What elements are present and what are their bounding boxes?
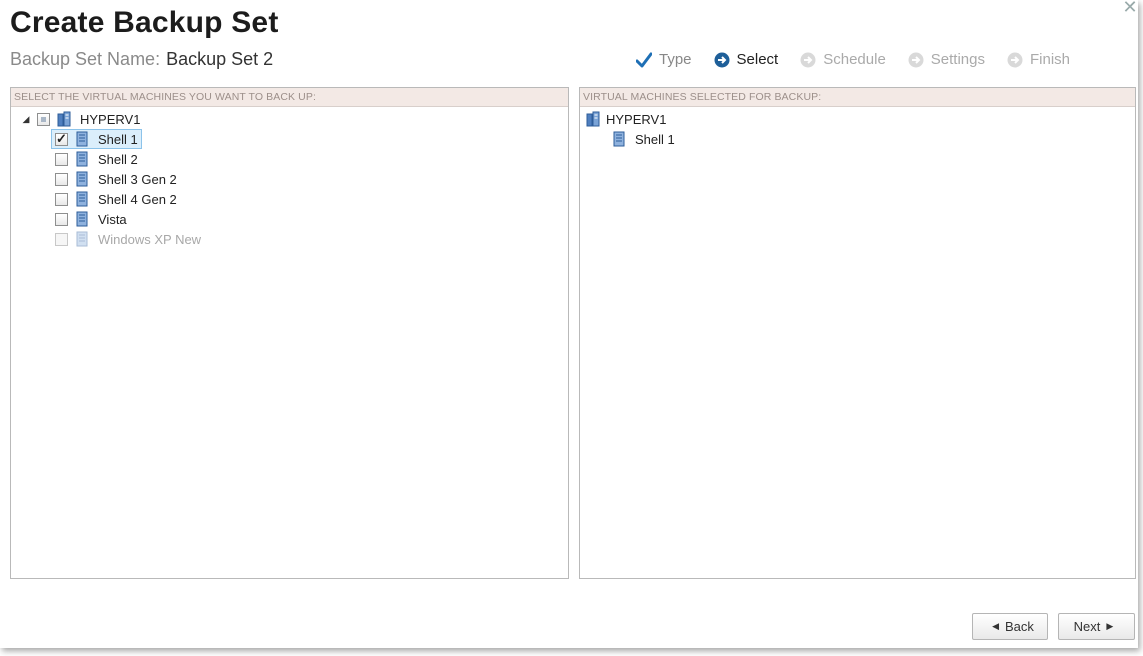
host-server-icon (57, 111, 71, 127)
vm-label: Vista (98, 211, 127, 227)
vm-label: Shell 2 (98, 151, 138, 167)
host-server-icon (586, 111, 600, 127)
dialog-title: Create Backup Set (10, 6, 279, 39)
close-icon[interactable]: ✕ (1118, 0, 1142, 16)
create-backup-set-dialog: ✕ Create Backup Set Backup Set Name: Back… (0, 0, 1138, 648)
step-label: Type (659, 51, 692, 68)
tree-vm-row[interactable]: Vista (55, 209, 127, 229)
checkmark-icon (636, 52, 652, 68)
vm-icon (75, 171, 89, 187)
arrow-circle-icon (714, 52, 730, 68)
step-schedule: Schedule (800, 51, 886, 68)
vm-icon (612, 131, 626, 147)
step-finish: Finish (1007, 51, 1070, 68)
selected-host-row: HYPERV1 (586, 109, 666, 129)
selected-row-highlight: Shell 1 (51, 129, 142, 149)
step-label: Select (736, 51, 779, 68)
step-label: Schedule (823, 51, 886, 68)
step-label: Settings (930, 51, 985, 68)
tree-vm-row[interactable]: Shell 1 (51, 129, 142, 149)
vm-icon (75, 211, 89, 227)
wizard-steps: Type Select Schedule Settings Finish (636, 51, 1092, 68)
right-arrow-icon: ▶ (1106, 621, 1114, 631)
back-button[interactable]: ◀ Back (972, 613, 1048, 640)
vm-icon (75, 231, 89, 247)
vm-checkbox (55, 232, 68, 246)
tree-host-row[interactable]: ◢ HYPERV1 (19, 109, 140, 129)
backup-set-name-value: Backup Set 2 (166, 49, 274, 69)
vm-icon (75, 151, 89, 167)
vm-checkbox[interactable] (55, 172, 68, 186)
vm-checkbox[interactable] (55, 192, 68, 206)
vm-label: Windows XP New (98, 231, 202, 247)
vm-checkbox[interactable] (55, 212, 68, 226)
next-button-label: Next (1073, 619, 1101, 634)
vm-checkbox[interactable] (55, 131, 68, 147)
selected-vm-row: Shell 1 (612, 129, 675, 149)
left-arrow-icon: ◀ (992, 621, 999, 631)
step-select: Select (714, 51, 779, 68)
arrow-circle-icon (908, 52, 924, 68)
selected-vms-panel: VIRTUAL MACHINES SELECTED FOR BACKUP: HY… (579, 87, 1136, 579)
host-checkbox[interactable] (37, 112, 50, 126)
vm-selection-header: SELECT THE VIRTUAL MACHINES YOU WANT TO … (11, 88, 568, 107)
back-button-label: Back (1005, 619, 1034, 634)
arrow-circle-icon (800, 52, 816, 68)
vm-checkbox[interactable] (55, 152, 68, 166)
tree-vm-row[interactable]: Shell 3 Gen 2 (55, 169, 177, 189)
host-label: HYPERV1 (80, 111, 141, 127)
tree-vm-row: Windows XP New (55, 229, 201, 249)
backup-set-name-label: Backup Set Name: (10, 49, 161, 69)
tree-vm-row[interactable]: Shell 4 Gen 2 (55, 189, 177, 209)
step-label: Finish (1030, 51, 1071, 68)
vm-icon (75, 191, 89, 207)
vm-selection-panel: SELECT THE VIRTUAL MACHINES YOU WANT TO … (10, 87, 569, 579)
selected-vms-header: VIRTUAL MACHINES SELECTED FOR BACKUP: (580, 88, 1135, 107)
host-label: HYPERV1 (606, 111, 667, 127)
tree-vm-row[interactable]: Shell 2 (55, 149, 138, 169)
next-button[interactable]: Next ▶ (1058, 613, 1135, 640)
backup-set-name: Backup Set Name: Backup Set 2 (10, 49, 273, 70)
vm-icon (75, 131, 89, 147)
step-type: Type (636, 51, 692, 68)
vm-label: Shell 1 (635, 131, 675, 147)
vm-label: Shell 4 Gen 2 (98, 191, 177, 207)
vm-label: Shell 3 Gen 2 (98, 171, 177, 187)
step-settings: Settings (908, 51, 985, 68)
arrow-circle-icon (1007, 52, 1023, 68)
vm-label: Shell 1 (98, 131, 138, 147)
expand-collapse-icon[interactable]: ◢ (19, 114, 33, 125)
